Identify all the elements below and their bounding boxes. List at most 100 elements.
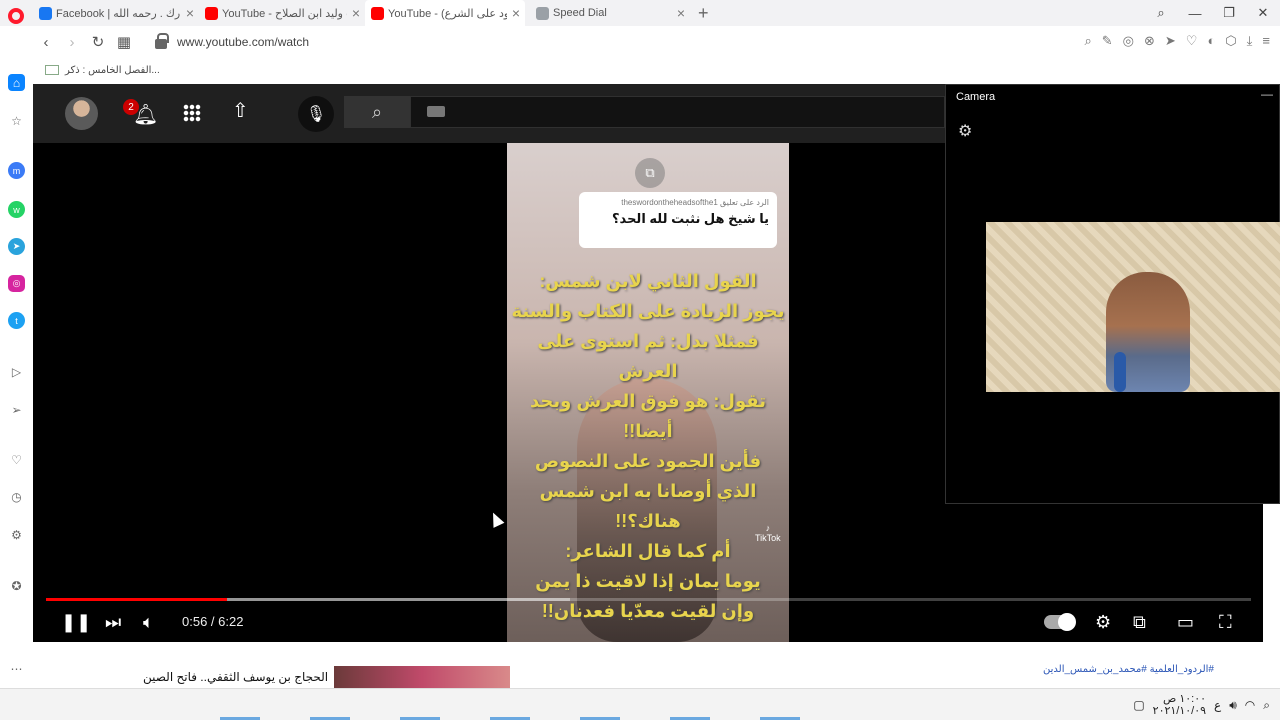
- window-controls: ⌕ — ❐ ✕: [1144, 0, 1280, 26]
- edit-icon[interactable]: ✎: [1102, 33, 1113, 49]
- player-icon[interactable]: ▷: [8, 363, 25, 380]
- messenger-icon[interactable]: m: [8, 162, 25, 179]
- twitter-icon[interactable]: t: [8, 312, 25, 329]
- heart-icon[interactable]: ♡: [1186, 33, 1198, 49]
- whatsapp-icon[interactable]: w: [8, 201, 25, 218]
- search-button[interactable]: ⌕: [344, 96, 410, 128]
- notification-icon[interactable]: ▢: [1133, 698, 1144, 712]
- camera-title: Camera: [956, 91, 996, 103]
- back-button[interactable]: ‹: [33, 34, 59, 51]
- next-icon[interactable]: ⏭︎: [105, 612, 121, 633]
- search-icon: ⌕: [371, 101, 383, 122]
- tab-youtube-active[interactable]: YouTube - (الجمود على الشرع) ×: [365, 0, 525, 26]
- video-hashtags[interactable]: #الردود_العلمية #محمد_بن_شمس_الدين: [1043, 664, 1214, 675]
- microphone-icon: [1114, 352, 1126, 392]
- close-tab-icon[interactable]: ×: [507, 5, 525, 21]
- zoom-icon[interactable]: ⌕: [1084, 33, 1091, 49]
- tab-facebook[interactable]: Facebook | مبارك . رحمه الله ... ×: [33, 0, 199, 26]
- volume-icon[interactable]: 🔊︎: [1229, 698, 1237, 713]
- new-tab-button[interactable]: +: [698, 3, 709, 24]
- video-frame: ⧉ الرد على تعليق theswordontheheadsofthe…: [507, 143, 789, 642]
- network-icon[interactable]: ◠: [1245, 698, 1255, 712]
- address-bar: ‹ › ↻ ▦ www.youtube.com/watch ⌕ ✎ ◎ ⊗ ➤ …: [33, 26, 1280, 58]
- youtube-icon: [205, 6, 218, 20]
- time-display: 0:56 / 6:22: [182, 614, 244, 629]
- tabs-overview-icon[interactable]: ▦: [111, 33, 137, 51]
- close-tab-icon[interactable]: ×: [347, 5, 365, 21]
- opera-logo-icon[interactable]: [8, 8, 24, 24]
- close-tab-icon[interactable]: ×: [672, 5, 690, 21]
- tab-speed-dial[interactable]: Speed Dial ×: [530, 0, 690, 26]
- system-tray: ▢ ١٠:٠٠ ص ٢٠٢١/١٠/٠٩ ع 🔊︎ ◠ ⌕: [1133, 693, 1270, 717]
- lock-icon[interactable]: [155, 33, 169, 49]
- adblock-icon[interactable]: ⊗: [1144, 33, 1155, 49]
- snapshot-icon[interactable]: ◎: [1123, 33, 1134, 49]
- progress-bar[interactable]: [46, 598, 1251, 601]
- recommended-title[interactable]: الحجاج بن يوسف الثقفي.. فاتح الصين: [143, 670, 328, 684]
- below-video: الحجاج بن يوسف الثقفي.. فاتح الصين #الرد…: [33, 642, 1280, 688]
- settings-icon[interactable]: ⚙: [8, 526, 25, 543]
- sidebar: ⌂ ☆ m w ➤ ◎ t ▷ ➢ ♡ ◷ ⚙ ✪ ⋯: [0, 58, 33, 698]
- forward-button[interactable]: ›: [59, 34, 85, 51]
- upload-icon[interactable]: ⇧: [232, 98, 249, 123]
- tab-youtube-1[interactable]: YouTube - وليد ابن الصلاح @ ×: [199, 0, 365, 26]
- maximize-button[interactable]: ❐: [1212, 5, 1246, 21]
- miniplayer-icon[interactable]: ⧉: [1133, 612, 1146, 633]
- menu-icon[interactable]: ≡: [1262, 33, 1270, 49]
- minimize-button[interactable]: —: [1178, 6, 1212, 21]
- facebook-icon: [39, 6, 52, 20]
- youtube-icon: [371, 6, 384, 20]
- progress-played: [46, 598, 227, 601]
- cube-icon[interactable]: ⬡: [1225, 33, 1236, 49]
- bookmarks-bar: الفصل الخامس : ذكر...: [33, 58, 1280, 82]
- settings-icon[interactable]: ⚙: [1095, 612, 1111, 633]
- instagram-icon[interactable]: ◎: [8, 275, 25, 292]
- bookmark-item[interactable]: الفصل الخامس : ذكر...: [65, 65, 160, 76]
- youtube-header: 2 🔔︎ ⇧ 🎙︎ ⌕: [33, 84, 945, 143]
- avatar[interactable]: [65, 97, 98, 130]
- home-icon[interactable]: ⌂: [8, 74, 25, 91]
- tips-icon[interactable]: ✪: [8, 577, 25, 594]
- more-icon[interactable]: ⋯: [8, 660, 25, 677]
- clock[interactable]: ١٠:٠٠ ص ٢٠٢١/١٠/٠٩: [1153, 693, 1206, 717]
- apps-grid-icon[interactable]: [183, 104, 201, 122]
- history-icon[interactable]: ◷: [8, 488, 25, 505]
- send-icon[interactable]: ➢: [8, 401, 25, 418]
- tiktok-icon: ♪: [765, 523, 771, 533]
- player-controls: ❚❚ ⏭︎ 🔈︎ 0:56 / 6:22 ⚙ ⧉ ▭ ⛶: [33, 604, 1263, 642]
- download-icon[interactable]: ⤓: [1247, 33, 1253, 49]
- telegram-icon[interactable]: ➤: [8, 238, 25, 255]
- volume-icon[interactable]: 🔈︎: [143, 612, 154, 633]
- close-window-button[interactable]: ✕: [1246, 5, 1280, 21]
- recommended-thumbnail[interactable]: [334, 666, 510, 688]
- tab-strip: Facebook | مبارك . رحمه الله ... × YouTu…: [0, 0, 1280, 26]
- language-indicator[interactable]: ع: [1214, 698, 1221, 712]
- minimize-button[interactable]: —: [1261, 87, 1273, 101]
- pause-icon[interactable]: ❚❚: [61, 612, 91, 633]
- address-bar-tools: ⌕ ✎ ◎ ⊗ ➤ ♡ ◐ ⬡ ⤓ ≡: [1084, 33, 1270, 49]
- copy-icon[interactable]: ⧉: [635, 158, 665, 188]
- search-input[interactable]: [410, 96, 945, 128]
- speed-dial-icon: [536, 6, 549, 20]
- close-tab-icon[interactable]: ×: [181, 5, 199, 21]
- search-tabs-icon[interactable]: ⌕: [1144, 5, 1178, 21]
- taskbar: ▢ ١٠:٠٠ ص ٢٠٢١/١٠/٠٩ ع 🔊︎ ◠ ⌕: [0, 688, 1280, 720]
- search-icon[interactable]: ⌕: [1263, 698, 1270, 713]
- video-caption: القول الثاني لابن شمس: يجوز الزيادة على …: [511, 271, 785, 621]
- vpn-icon[interactable]: ◐: [1207, 33, 1215, 49]
- microphone-icon[interactable]: 🎙︎: [298, 96, 334, 132]
- bell-icon[interactable]: 🔔︎: [133, 102, 158, 127]
- gear-icon[interactable]: ⚙: [958, 121, 972, 141]
- tiktok-watermark: ♪ TikTok: [755, 523, 781, 543]
- fullscreen-icon[interactable]: ⛶: [1219, 612, 1232, 633]
- url-field[interactable]: www.youtube.com/watch: [177, 35, 309, 49]
- keyboard-icon[interactable]: [427, 106, 445, 117]
- autoplay-toggle[interactable]: [1044, 613, 1076, 631]
- star-icon[interactable]: ☆: [8, 112, 25, 129]
- send-icon[interactable]: ➤: [1165, 33, 1176, 49]
- theater-mode-icon[interactable]: ▭: [1177, 612, 1194, 633]
- heart-icon[interactable]: ♡: [8, 451, 25, 468]
- bookmark-icon: [45, 65, 59, 75]
- reload-button[interactable]: ↻: [85, 33, 111, 51]
- camera-window[interactable]: Camera — ⚙: [945, 84, 1280, 504]
